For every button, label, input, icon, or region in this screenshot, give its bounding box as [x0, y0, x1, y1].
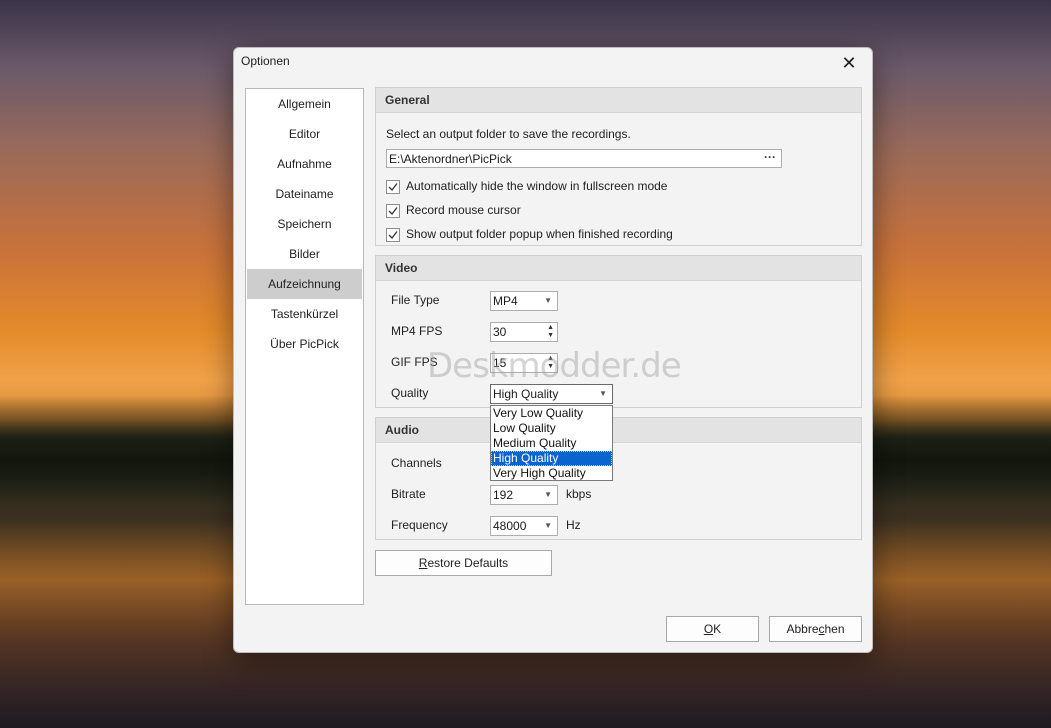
audio-section: Audio Channels Bitrate 192 ▼ kbps Freque…: [375, 417, 862, 540]
quality-value: High Quality: [493, 387, 559, 401]
spinner-arrows-icon[interactable]: ▲ ▼: [547, 355, 554, 371]
nav-item-bilder[interactable]: Bilder: [246, 239, 363, 269]
quality-option-very-low[interactable]: Very Low Quality: [491, 406, 612, 421]
nav-item-aufnahme[interactable]: Aufnahme: [246, 149, 363, 179]
spinner-arrows-icon[interactable]: ▲ ▼: [547, 324, 554, 340]
file-type-label: File Type: [391, 293, 440, 307]
video-section: Video File Type MP4 ▼ MP4 FPS 30 ▲ ▼ GIF …: [375, 255, 862, 408]
cancel-label-pre: Abbre: [786, 622, 819, 636]
cancel-button[interactable]: Abbrechen: [769, 616, 862, 642]
channels-label: Channels: [391, 456, 442, 470]
frequency-value: 48000: [493, 519, 527, 533]
close-icon[interactable]: ✕: [836, 52, 862, 74]
file-type-value: MP4: [493, 294, 518, 308]
restore-label-post: estore Defaults: [427, 556, 509, 570]
bitrate-label: Bitrate: [391, 487, 426, 501]
nav-item-ueber-picpick[interactable]: Über PicPick: [246, 329, 363, 359]
ok-button[interactable]: OK: [666, 616, 759, 642]
quality-option-low[interactable]: Low Quality: [491, 421, 612, 436]
chevron-down-icon: ▼: [599, 389, 607, 398]
chevron-down-icon: ▼: [544, 490, 552, 499]
quality-label: Quality: [391, 386, 429, 400]
mp4-fps-spinner[interactable]: 30 ▲ ▼: [490, 322, 558, 342]
nav-item-editor[interactable]: Editor: [246, 119, 363, 149]
restore-defaults-button[interactable]: Restore Defaults: [375, 550, 552, 576]
bitrate-unit: kbps: [566, 487, 592, 501]
general-section: General Select an output folder to save …: [375, 87, 862, 246]
frequency-label: Frequency: [391, 518, 448, 532]
frequency-select[interactable]: 48000 ▼: [490, 516, 558, 536]
bitrate-value: 192: [493, 488, 514, 502]
show-popup-checkbox[interactable]: [386, 228, 400, 242]
general-header: General: [376, 88, 861, 113]
quality-select[interactable]: High Quality ▼: [490, 384, 613, 404]
category-list: Allgemein Editor Aufnahme Dateiname Spei…: [245, 88, 364, 605]
checkmark-icon: [388, 231, 398, 239]
output-folder-field[interactable]: E:\Aktenordner\PicPick ···: [386, 149, 782, 168]
file-type-select[interactable]: MP4 ▼: [490, 291, 558, 311]
frequency-unit: Hz: [566, 518, 581, 532]
hide-window-label[interactable]: Automatically hide the window in fullscr…: [406, 179, 667, 193]
options-dialog: Optionen ✕ Allgemein Editor Aufnahme Dat…: [233, 47, 873, 653]
quality-dropdown-list: Very Low Quality Low Quality Medium Qual…: [490, 405, 613, 481]
quality-option-very-high[interactable]: Very High Quality: [491, 466, 612, 481]
video-header: Video: [376, 256, 861, 281]
mp4-fps-value: 30: [493, 325, 507, 339]
checkmark-icon: [388, 183, 398, 191]
record-cursor-checkbox[interactable]: [386, 204, 400, 218]
ok-label-post: K: [713, 622, 722, 636]
nav-item-allgemein[interactable]: Allgemein: [246, 89, 363, 119]
nav-item-tastenkuerzel[interactable]: Tastenkürzel: [246, 299, 363, 329]
nav-item-aufzeichnung[interactable]: Aufzeichnung: [247, 269, 362, 299]
ok-label-mnemonic: O: [703, 622, 714, 636]
checkmark-icon: [388, 207, 398, 215]
chevron-down-icon: ▼: [544, 296, 552, 305]
gif-fps-spinner[interactable]: 15 ▲ ▼: [490, 353, 558, 373]
bitrate-select[interactable]: 192 ▼: [490, 485, 558, 505]
browse-folder-button[interactable]: ···: [759, 150, 781, 167]
record-cursor-label[interactable]: Record mouse cursor: [406, 203, 521, 217]
quality-option-high[interactable]: High Quality: [491, 451, 612, 466]
gif-fps-label: GIF FPS: [391, 355, 438, 369]
output-folder-description: Select an output folder to save the reco…: [386, 127, 631, 141]
cancel-label-post: hen: [824, 622, 845, 636]
quality-option-medium[interactable]: Medium Quality: [491, 436, 612, 451]
nav-item-speichern[interactable]: Speichern: [246, 209, 363, 239]
audio-header: Audio: [376, 418, 861, 443]
dialog-title: Optionen: [241, 54, 290, 68]
chevron-down-icon: ▼: [544, 521, 552, 530]
nav-item-dateiname[interactable]: Dateiname: [246, 179, 363, 209]
output-folder-path: E:\Aktenordner\PicPick: [389, 152, 512, 166]
mp4-fps-label: MP4 FPS: [391, 324, 443, 338]
hide-window-checkbox[interactable]: [386, 180, 400, 194]
gif-fps-value: 15: [493, 356, 507, 370]
show-popup-label[interactable]: Show output folder popup when finished r…: [406, 227, 673, 241]
